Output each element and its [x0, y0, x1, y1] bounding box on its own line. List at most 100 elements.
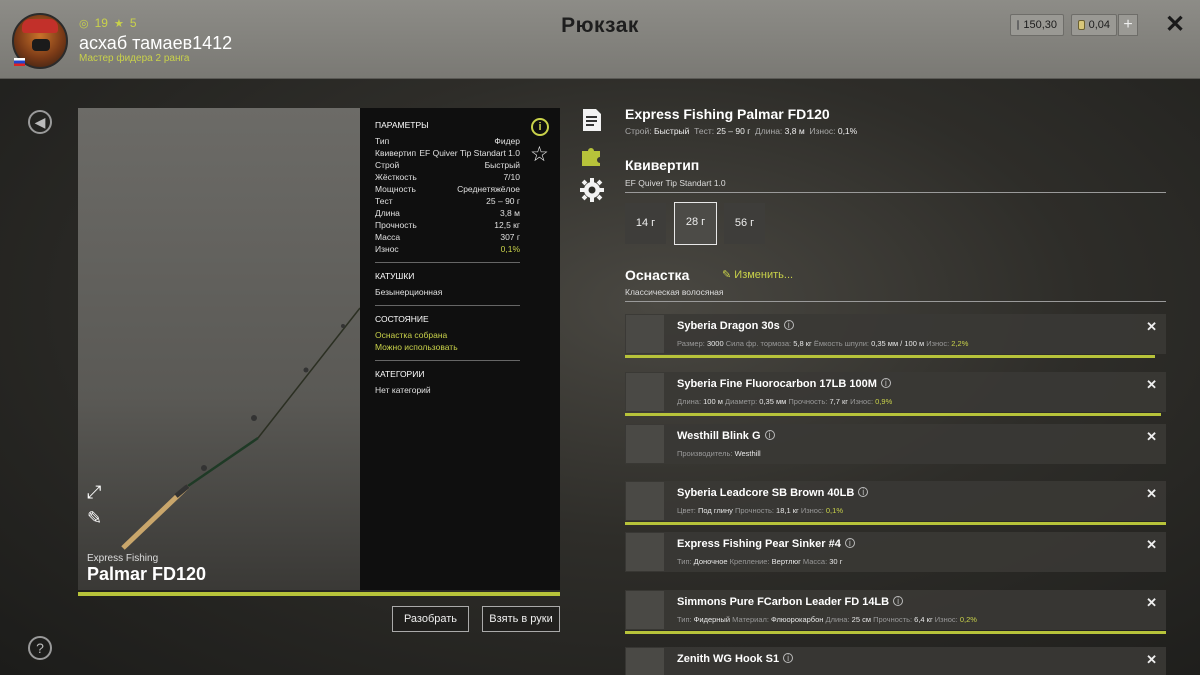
quiver-name: EF Quiver Tip Standart 1.0: [625, 178, 726, 188]
param-key: Квивертип: [375, 148, 417, 158]
param-value: Фидер: [494, 136, 520, 146]
state-assembled: Оснастка собрана: [375, 330, 448, 340]
gold-amount: 0,04: [1088, 19, 1110, 31]
sinker-icon: [626, 533, 664, 571]
divider: [375, 360, 520, 361]
param-key: Прочность: [375, 220, 417, 230]
silver-amount: 150,30: [1023, 19, 1057, 31]
param-key: Строй: [375, 160, 400, 170]
param-key: Износ: [375, 244, 399, 254]
rig-item-name: Zenith WG Hook S1 i: [677, 653, 794, 665]
russia-flag-icon: [14, 58, 25, 66]
remove-item-icon[interactable]: ✕: [1146, 486, 1157, 502]
divider: [375, 305, 520, 306]
item-info-icon[interactable]: i: [893, 596, 904, 606]
item-info-icon[interactable]: i: [764, 430, 775, 440]
rod-model: Palmar FD120: [87, 564, 207, 584]
divider: [375, 262, 520, 263]
rig-item-row[interactable]: Simmons Pure FCarbon Leader FD 14LB i Тип:…: [625, 590, 1166, 634]
rig-item-meta: Тип: Доночное Крепление: Вертлюг Масса: …: [677, 557, 843, 566]
param-row: Мощность Среднетяжёлое: [375, 183, 520, 195]
param-row: Масса 307 г: [375, 231, 520, 243]
quiver-tip-option[interactable]: 56 г: [724, 203, 765, 244]
item-info-icon[interactable]: i: [880, 378, 891, 388]
tab-components-puzzle-icon[interactable]: [580, 143, 604, 167]
param-row: Прочность 12,5 кг: [375, 219, 520, 231]
param-row: Жёсткость 7/10: [375, 171, 520, 183]
quiver-heading: Квивертип: [625, 157, 700, 173]
rod-condition-bar: [78, 592, 560, 596]
param-key: Тест: [375, 196, 393, 206]
rod-full-title: Express Fishing Palmar FD120: [625, 106, 830, 122]
item-info-icon[interactable]: i: [858, 487, 869, 497]
info-icon[interactable]: i: [531, 118, 549, 136]
item-condition-bar: [625, 522, 1166, 525]
take-in-hands-button[interactable]: Взять в руки: [482, 606, 560, 632]
rig-item-row[interactable]: Westhill Blink Gi Производитель: Westhill…: [625, 424, 1166, 464]
rod-image: [121, 307, 360, 550]
rig-item-meta: Производитель: Westhill: [677, 449, 761, 458]
param-value: EF Quiver Tip Standart 1.0: [419, 148, 520, 158]
tab-description-document-icon[interactable]: [580, 108, 604, 132]
rig-item-name: Simmons Pure FCarbon Leader FD 14LB i: [677, 596, 904, 608]
remove-item-icon[interactable]: ✕: [1146, 429, 1157, 445]
param-value: 3,8 м: [499, 208, 520, 218]
divider: [625, 192, 1166, 193]
item-info-icon[interactable]: i: [783, 320, 794, 330]
rig-item-name: Westhill Blink Gi: [677, 430, 775, 442]
quiver-tip-option-selected[interactable]: 28 г: [674, 202, 717, 245]
state-heading: СОСТОЯНИЕ: [375, 314, 429, 324]
silver-balance: 150,30: [1010, 14, 1064, 36]
silver-coins-icon: [1017, 20, 1020, 30]
param-key: Длина: [375, 208, 400, 218]
remove-item-icon[interactable]: ✕: [1146, 595, 1157, 611]
rig-item-meta: Тип: Фидерный Материал: Флюорокарбон Дли…: [677, 615, 977, 624]
close-button[interactable]: ✕: [1164, 12, 1186, 38]
favorite-star-icon[interactable]: ☆: [530, 142, 549, 167]
help-icon[interactable]: ?: [28, 636, 52, 660]
param-key: Жёсткость: [375, 172, 417, 182]
rig-item-row[interactable]: Syberia Dragon 30s i Размер: 3000 Сила фр.…: [625, 314, 1166, 358]
line-spool-icon: [626, 373, 664, 411]
reels-value: Безынерционная: [375, 287, 443, 297]
tab-settings-gear-icon[interactable]: [580, 178, 604, 202]
reel-icon: [626, 315, 664, 353]
gold-coins-icon: [1078, 20, 1085, 30]
params-heading: ПАРАМЕТРЫ: [375, 120, 429, 130]
user-rank: Мастер фидера 2 ранга: [79, 53, 190, 64]
fullscreen-icon[interactable]: ⤢: [87, 482, 101, 503]
rig-item-name: Express Fishing Pear Sinker #4 i: [677, 538, 855, 550]
rig-item-row[interactable]: Syberia Fine Fluorocarbon 17LB 100M i Длин…: [625, 372, 1166, 416]
disassemble-button[interactable]: Разобрать: [392, 606, 469, 632]
rig-item-meta: Размер: 3000 Сила фр. тормоза: 5,8 кг Ём…: [677, 339, 969, 348]
edit-rig-link[interactable]: ✎ Изменить...: [722, 268, 793, 281]
rig-name: Классическая волосяная: [625, 287, 724, 297]
param-row: Квивертип EF Quiver Tip Standart 1.0: [375, 147, 520, 159]
state-usable: Можно использовать: [375, 342, 458, 352]
item-condition-bar: [625, 631, 1166, 634]
remove-item-icon[interactable]: ✕: [1146, 537, 1157, 553]
rig-item-name: Syberia Fine Fluorocarbon 17LB 100M i: [677, 378, 891, 390]
rig-item-name: Syberia Leadcore SB Brown 40LB i: [677, 487, 869, 499]
add-currency-button[interactable]: +: [1118, 14, 1138, 36]
param-value: 307 г: [500, 232, 520, 242]
rig-item-row[interactable]: Syberia Leadcore SB Brown 40LB i Цвет: Под…: [625, 481, 1166, 525]
back-icon[interactable]: ◀: [28, 110, 52, 134]
item-info-icon[interactable]: i: [844, 538, 855, 548]
rig-item-row[interactable]: Zenith WG Hook S1 i ✕: [625, 647, 1166, 675]
param-value: Быстрый: [484, 160, 520, 170]
remove-item-icon[interactable]: ✕: [1146, 377, 1157, 393]
item-condition-bar: [625, 355, 1155, 358]
param-value: 7/10: [503, 172, 520, 182]
remove-item-icon[interactable]: ✕: [1146, 319, 1157, 335]
top-bar: ◎ 19 ★ 5 асхаб тамаев1412 Мастер фидера …: [0, 0, 1200, 79]
categories-value: Нет категорий: [375, 385, 431, 395]
rod-brand: Express Fishing: [87, 553, 159, 564]
param-value: 12,5 кг: [494, 220, 520, 230]
item-info-icon[interactable]: i: [783, 653, 794, 663]
param-key: Тип: [375, 136, 390, 146]
rename-brush-icon[interactable]: ✎: [87, 508, 102, 529]
remove-item-icon[interactable]: ✕: [1146, 652, 1157, 668]
quiver-tip-option[interactable]: 14 г: [625, 203, 666, 244]
rig-item-row[interactable]: Express Fishing Pear Sinker #4 i Тип: Доно…: [625, 532, 1166, 572]
